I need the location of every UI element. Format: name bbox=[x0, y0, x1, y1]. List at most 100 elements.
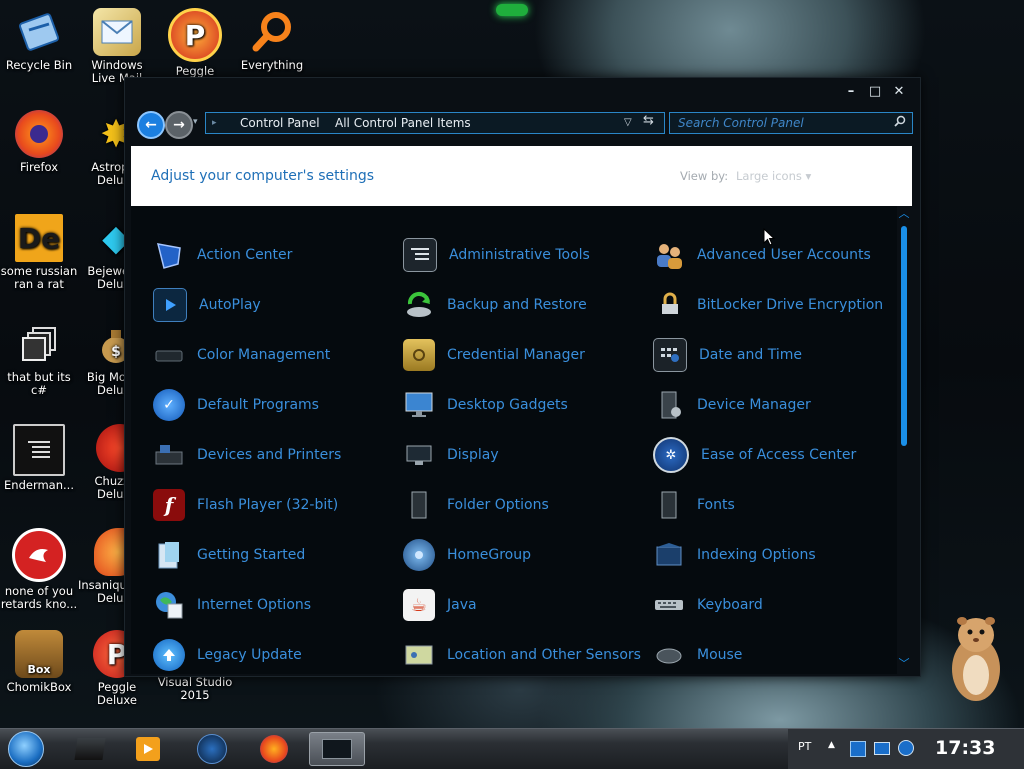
cp-item-device-manager[interactable]: Device Manager bbox=[653, 389, 811, 421]
cp-item-homegroup[interactable]: HomeGroup bbox=[403, 539, 531, 571]
autoplay-icon bbox=[153, 288, 187, 322]
breadcrumb-control-panel[interactable]: Control Panel bbox=[240, 113, 320, 133]
cp-item-desktop-gadgets[interactable]: Desktop Gadgets bbox=[403, 389, 568, 421]
taskbar-explorer[interactable] bbox=[70, 732, 110, 766]
sensors-icon bbox=[403, 639, 435, 671]
desktop-icon-label: that but its c# bbox=[7, 370, 71, 397]
view-by-dropdown[interactable]: Large icons ▾ bbox=[736, 169, 811, 183]
desktop-icon-chuzzle[interactable]: Chuzzle Deluxe bbox=[78, 424, 124, 501]
search-input[interactable]: Search Control Panel bbox=[669, 112, 913, 134]
window-titlebar[interactable]: – □ ✕ bbox=[125, 78, 920, 106]
recycle-bin-icon bbox=[15, 8, 63, 56]
default-programs-icon: ✓ bbox=[153, 389, 185, 421]
back-button[interactable]: ← bbox=[137, 111, 165, 139]
desktop-icon-label: ChomikBox bbox=[6, 680, 72, 694]
desktop-icon-peggle[interactable]: P Peggle bbox=[156, 8, 234, 78]
key-lock-icon bbox=[653, 289, 685, 321]
mouse-icon bbox=[653, 639, 685, 671]
desktop-icon-visual-studio[interactable]: Visual Studio 2015 bbox=[156, 676, 234, 702]
hamster-desktop-pet[interactable] bbox=[940, 605, 1010, 705]
cp-item-default-programs[interactable]: ✓ Default Programs bbox=[153, 389, 319, 421]
scroll-down-icon[interactable]: ﹀ bbox=[897, 658, 911, 670]
desktop-icon-label: Insaniquarium Deluxe bbox=[78, 578, 124, 605]
volume-icon[interactable] bbox=[898, 740, 914, 756]
cp-item-label: Flash Player (32-bit) bbox=[197, 497, 339, 513]
cp-item-administrative-tools[interactable]: Administrative Tools bbox=[403, 238, 590, 272]
desktop-icon-everything[interactable]: Everything bbox=[233, 8, 311, 72]
network-icon[interactable] bbox=[874, 742, 890, 755]
cp-item-date-and-time[interactable]: Date and Time bbox=[653, 338, 802, 372]
cp-item-display[interactable]: Display bbox=[403, 439, 499, 471]
desktop-icon-that-but-its-c[interactable]: that but its c# bbox=[0, 320, 78, 397]
cp-item-internet-options[interactable]: Internet Options bbox=[153, 589, 311, 621]
cp-item-bitlocker[interactable]: BitLocker Drive Encryption bbox=[653, 289, 883, 321]
desktop-icon-recycle-bin[interactable]: Recycle Bin bbox=[0, 8, 78, 72]
refresh-icon[interactable]: ⇆ bbox=[643, 113, 654, 128]
scroll-up-icon[interactable]: ︿ bbox=[897, 208, 911, 220]
start-button[interactable] bbox=[6, 731, 46, 767]
breadcrumb-all-items[interactable]: All Control Panel Items bbox=[335, 113, 471, 133]
close-button[interactable]: ✕ bbox=[889, 84, 909, 100]
cp-item-folder-options[interactable]: Folder Options bbox=[403, 489, 549, 521]
desktop-icon-label: some russian ran a rat bbox=[0, 264, 78, 291]
cp-item-fonts[interactable]: Fonts bbox=[653, 489, 735, 521]
desktop-icon-chomikbox[interactable]: Box ChomikBox bbox=[0, 630, 78, 694]
indexing-icon bbox=[653, 539, 685, 571]
desktop-icon-windows-live-mail[interactable]: Windows Live Mail bbox=[78, 8, 156, 85]
desktop-icon-firefox[interactable]: Firefox bbox=[0, 110, 78, 174]
cp-item-location-sensors[interactable]: Location and Other Sensors bbox=[403, 639, 641, 671]
cp-item-color-management[interactable]: Color Management bbox=[153, 339, 330, 371]
cp-item-label: HomeGroup bbox=[447, 547, 531, 563]
taskbar-clock[interactable]: 17:33 bbox=[935, 737, 995, 759]
cp-item-label: Internet Options bbox=[197, 597, 312, 613]
page-title: Adjust your computer's settings bbox=[151, 168, 375, 184]
tray-app-icon[interactable] bbox=[850, 741, 866, 757]
address-bar[interactable]: ▸ Control Panel All Control Panel Items … bbox=[205, 112, 665, 134]
desktop-icon-some-russian-ran-a-rat[interactable]: De some russian ran a rat bbox=[0, 214, 78, 291]
cp-item-devices-and-printers[interactable]: Devices and Printers bbox=[153, 439, 341, 471]
address-dropdown-icon[interactable]: ▽ bbox=[624, 113, 632, 133]
cp-item-java[interactable]: ☕ Java bbox=[403, 589, 477, 621]
cp-item-flash-player[interactable]: f Flash Player (32-bit) bbox=[153, 489, 338, 521]
desktop-icon-insaniquarium[interactable]: Insaniquarium Deluxe bbox=[78, 528, 124, 605]
cp-item-keyboard[interactable]: Keyboard bbox=[653, 589, 763, 621]
search-icon[interactable] bbox=[894, 113, 906, 133]
cp-item-advanced-user-accounts[interactable]: Advanced User Accounts bbox=[653, 239, 871, 271]
taskbar-media-player[interactable] bbox=[128, 732, 168, 766]
desktop-icon-bejeweled[interactable]: ◆ Bejeweled Deluxe bbox=[78, 214, 124, 291]
address-chevron-icon: ▸ bbox=[212, 118, 217, 128]
cp-item-label: Action Center bbox=[197, 247, 293, 263]
maximize-button[interactable]: □ bbox=[865, 84, 885, 100]
vault-icon bbox=[403, 339, 435, 371]
language-indicator[interactable]: PT bbox=[798, 740, 811, 753]
cp-item-label: Device Manager bbox=[697, 397, 811, 413]
cp-item-label: Advanced User Accounts bbox=[697, 247, 871, 263]
cp-item-mouse[interactable]: Mouse bbox=[653, 639, 742, 671]
cp-item-getting-started[interactable]: Getting Started bbox=[153, 539, 305, 571]
cp-item-action-center[interactable]: Action Center bbox=[153, 239, 292, 271]
cp-item-indexing-options[interactable]: Indexing Options bbox=[653, 539, 816, 571]
cp-item-credential-manager[interactable]: Credential Manager bbox=[403, 339, 585, 371]
desktop-icon-enderman[interactable]: Enderman... bbox=[0, 424, 78, 492]
cp-item-autoplay[interactable]: AutoPlay bbox=[153, 288, 261, 322]
desktop-icon-big-money[interactable]: $ Big Money Deluxe bbox=[78, 320, 124, 397]
cp-item-legacy-update[interactable]: Legacy Update bbox=[153, 639, 302, 671]
forward-button[interactable]: → bbox=[165, 111, 193, 139]
vertical-scrollbar[interactable]: ︿ ﹀ bbox=[897, 206, 911, 674]
cp-item-backup-and-restore[interactable]: Backup and Restore bbox=[403, 289, 587, 321]
recent-pages-chevron-icon[interactable]: ▾ bbox=[193, 117, 198, 127]
svg-text:$: $ bbox=[111, 344, 121, 360]
scrollbar-thumb[interactable] bbox=[901, 226, 907, 446]
taskbar-control-panel-active[interactable] bbox=[309, 732, 365, 766]
desktop-icon-none-of-you[interactable]: none of you retards kno... bbox=[0, 528, 78, 611]
desktop-icon-label: Firefox bbox=[19, 160, 59, 174]
cp-item-ease-of-access[interactable]: ✲ Ease of Access Center bbox=[653, 437, 856, 473]
cp-item-label: Display bbox=[447, 447, 499, 463]
show-hidden-icons-icon[interactable]: ▲ bbox=[828, 740, 835, 750]
desktop-icon-astropop[interactable]: ✸ Astropop Deluxe bbox=[78, 110, 124, 187]
control-panel-window[interactable]: – □ ✕ ← → ▾ ▸ Control Panel All Control … bbox=[124, 77, 921, 677]
minimize-button[interactable]: – bbox=[841, 84, 861, 100]
de-app-icon: De bbox=[15, 214, 63, 262]
taskbar-firefox[interactable] bbox=[254, 732, 294, 766]
taskbar-globe-app[interactable] bbox=[192, 732, 232, 766]
